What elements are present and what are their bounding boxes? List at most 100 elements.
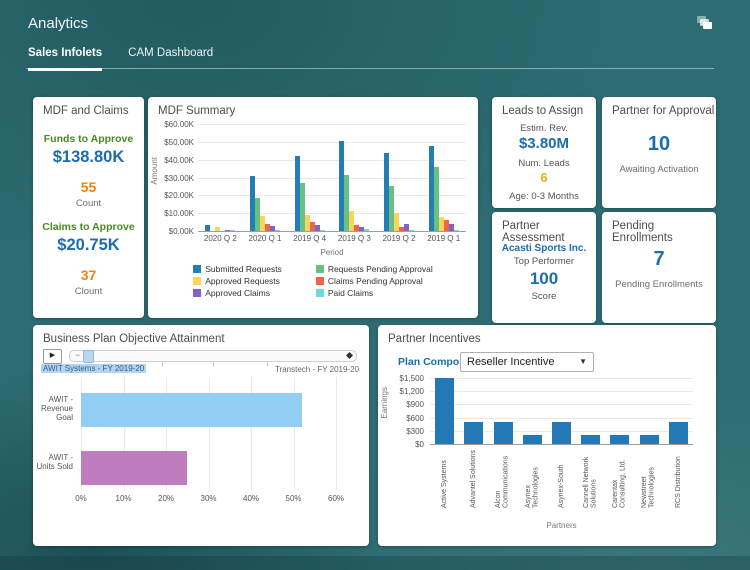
category-label: Active Systems	[440, 460, 448, 508]
score-label: Score	[531, 291, 557, 302]
x-axis: 0% 10% 20% 30% 40% 50% 60%	[75, 494, 344, 506]
y-axis-title: Amount	[150, 157, 159, 185]
timeline-end-label: Transtech - FY 2019-20	[274, 365, 359, 374]
page-sheet	[703, 22, 712, 29]
legend-item: Approved Claims	[193, 287, 282, 299]
legend-item: Submitted Requests	[193, 263, 282, 275]
funds-to-approve-label: Funds to Approve	[43, 133, 134, 145]
axis-tick-label: 0%	[75, 494, 87, 503]
bar	[215, 226, 221, 231]
bar	[668, 422, 688, 444]
axis-tick-label: $0.00K	[168, 227, 194, 236]
legend-item: Paid Claims	[315, 287, 433, 299]
card-title: Partner Incentives	[388, 333, 481, 345]
chart-legend: Submitted Requests Approved Requests Appro…	[148, 263, 478, 299]
tab-sales-infolets[interactable]: Sales Infolets	[28, 47, 103, 71]
axis-tick-label: $40.00K	[164, 155, 194, 165]
card-title: Partner for Approval	[612, 105, 715, 117]
category-slot: RCS Distribution	[664, 448, 693, 508]
axis-tick-label: 2019 Q 2	[382, 234, 416, 243]
card-title: Leads to Assign	[502, 105, 584, 117]
plan-component-value: Reseller Incentive	[467, 356, 555, 368]
bar	[581, 435, 601, 444]
category-slot: Asynex Technologies	[518, 448, 547, 508]
card-partner-incentives: Partner Incentives Plan Component Resell…	[378, 325, 716, 546]
diamond-icon	[345, 351, 354, 360]
bar	[610, 435, 630, 444]
bar-group	[428, 124, 459, 231]
bar	[274, 230, 280, 231]
mdf-summary-chart	[198, 124, 466, 231]
claims-count-value: 37	[80, 267, 97, 283]
estim-rev-value: $3.80M	[518, 135, 570, 152]
card-pending-enrollments: Pending Enrollments 7 Pending Enrollment…	[602, 212, 716, 323]
y-axis: $60.00K $50.00K $40.00K $30.00K $20.00K $10.0…	[160, 120, 196, 236]
legend-item: Approved Requests	[193, 275, 282, 287]
bar-group	[383, 124, 414, 231]
category-slot: Advantel Solutions	[459, 448, 488, 508]
category-label: Asynex Technologies	[524, 467, 540, 508]
axis-tick-label: $20.00K	[164, 191, 194, 201]
bar-group	[205, 124, 236, 231]
funds-to-approve-value: $138.80K	[52, 148, 125, 166]
timeline-slider[interactable]: −	[69, 350, 357, 366]
axis-tick-label: $50.00K	[164, 137, 194, 147]
tab-cam-dashboard[interactable]: CAM Dashboard	[128, 47, 213, 71]
pending-enrollments-value: 7	[653, 248, 665, 270]
category-label: Cannell Network Solutions	[583, 456, 598, 508]
category-label: Advantel Solutions	[469, 450, 477, 508]
x-axis: 2020 Q 2 2020 Q 1 2019 Q 4 2019 Q 3 2019 Q 2…	[198, 234, 466, 243]
legend-label: Approved Claims	[205, 288, 270, 298]
bar-group	[249, 124, 280, 231]
bar	[81, 451, 188, 485]
legend-item: Requests Pending Approval	[315, 263, 433, 275]
axis-tick-label: $60.00K	[164, 120, 194, 129]
claims-to-approve-value: $20.75K	[57, 236, 120, 254]
card-partner-for-approval: Partner for Approval 10 Awaiting Activat…	[602, 97, 716, 208]
slider-handle[interactable]	[83, 350, 94, 363]
axis-tick-label: 30%	[200, 494, 217, 503]
play-button[interactable]: ▶	[43, 349, 62, 364]
axis-tick-label: $600	[406, 413, 424, 423]
card-mdf-summary: MDF Summary Amount $60.00K $50.00K $40.00K…	[148, 97, 478, 318]
legend-swatch	[193, 265, 202, 273]
bar-group	[339, 124, 370, 231]
y-axis: $1,500 $1,200 $900 $600 $300 $0	[386, 374, 426, 449]
axis-tick-label: 2019 Q 1	[427, 234, 461, 243]
legend-swatch	[315, 289, 324, 297]
top-performer-label: Top Performer	[513, 256, 575, 267]
category-slot: Alcon Communications	[488, 448, 517, 508]
bar	[319, 230, 325, 231]
legend-swatch	[315, 277, 324, 285]
card-leads-to-assign: Leads to Assign Estim. Rev. $3.80M Num. …	[492, 97, 596, 208]
legend-label: Claims Pending Approval	[327, 276, 423, 286]
num-leads-value: 6	[540, 170, 548, 185]
pending-enrollments-metrics: 7 Pending Enrollments	[602, 236, 716, 290]
stacked-pages-icon[interactable]	[697, 16, 715, 31]
chevron-down-icon: ▼	[579, 357, 587, 366]
partner-approval-metrics: 10 Awaiting Activation	[602, 121, 716, 175]
category-label: AWIT - Revenue Goal	[40, 395, 73, 423]
bar	[551, 422, 571, 444]
legend-label: Approved Requests	[205, 276, 280, 286]
axis-tick-label: $1,500	[399, 374, 424, 383]
card-title: MDF Summary	[158, 105, 236, 117]
estim-rev-label: Estim. Rev.	[520, 123, 568, 134]
axis-tick-label: $300	[406, 426, 424, 436]
category-label: Carentax Consulting, Ltd.	[612, 459, 627, 508]
partner-name-link[interactable]: Acasti Sports Inc.	[502, 243, 586, 254]
axis-tick-label: 60%	[327, 494, 345, 503]
axis-tick-label: 2019 Q 3	[337, 234, 371, 243]
gridline	[198, 231, 466, 232]
bar	[522, 435, 542, 444]
legend-label: Paid Claims	[327, 288, 374, 298]
category-slot: Active Systems	[430, 448, 459, 508]
age-label: Age: 0-3 Months	[509, 191, 579, 202]
card-business-plan-objective-attainment: Business Plan Objective Attainment ▶ − A…	[33, 325, 369, 546]
legend-label: Submitted Requests	[205, 264, 282, 274]
claims-to-approve-label: Claims to Approve	[42, 221, 135, 233]
axis-tick-label: 40%	[242, 494, 260, 503]
bar	[230, 230, 236, 231]
tab-bar: Sales Infolets CAM Dashboard	[28, 47, 213, 71]
plan-component-select[interactable]: Reseller Incentive ▼	[460, 352, 594, 372]
